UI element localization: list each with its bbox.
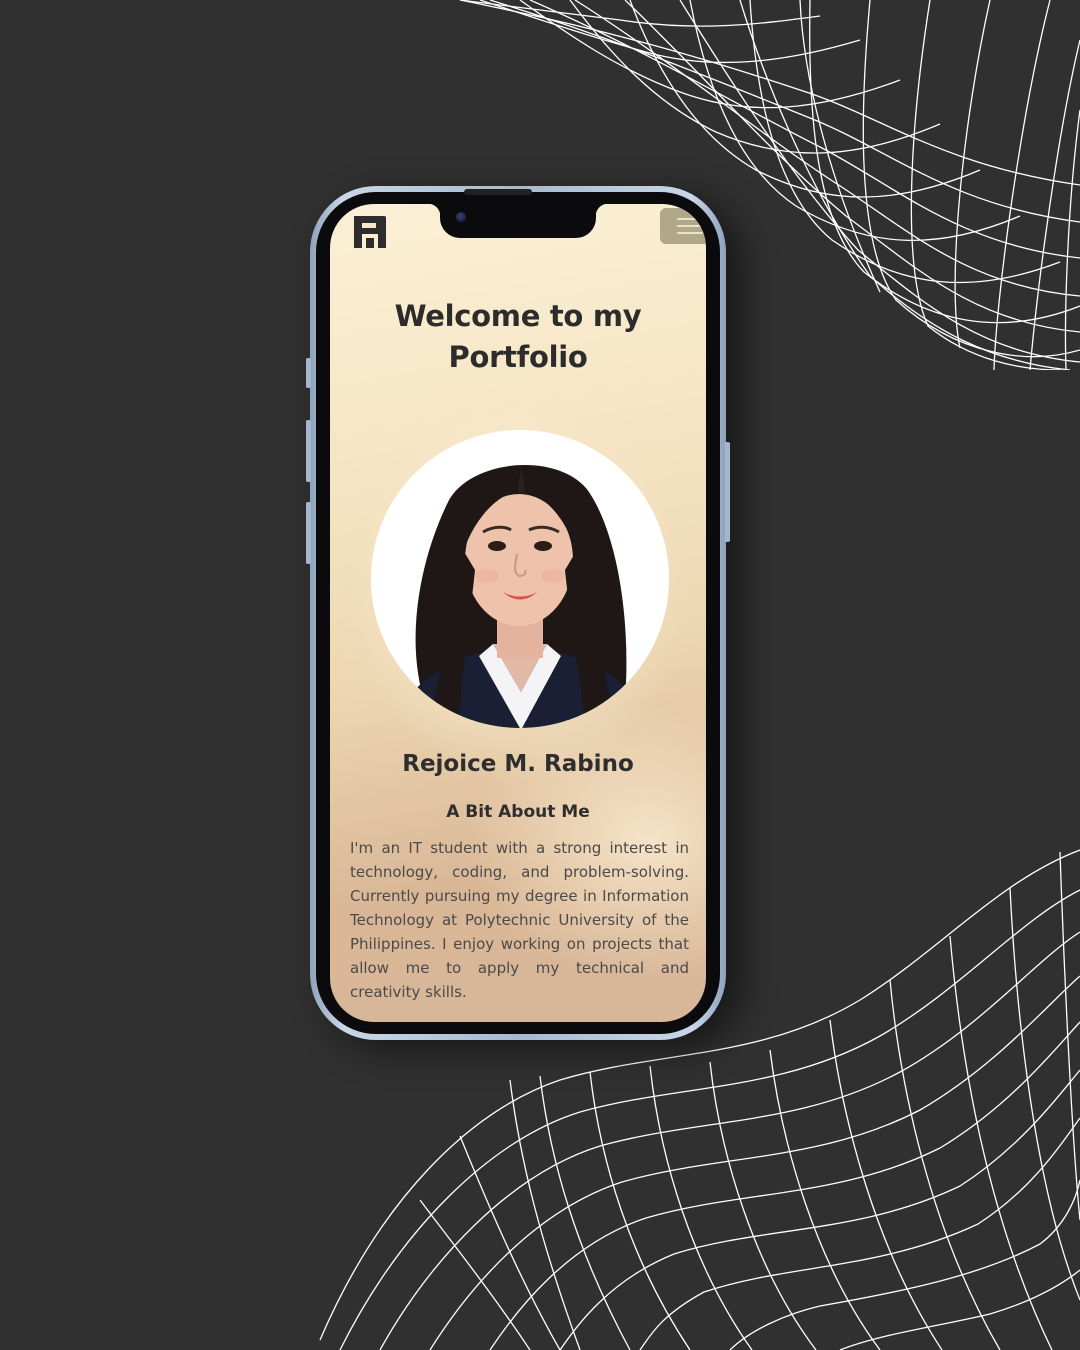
front-camera-icon (456, 212, 466, 222)
letter-r-logo-icon[interactable] (352, 212, 388, 250)
about-paragraph: I'm an IT student with a strong interest… (350, 839, 689, 1001)
phone-volume-down-button (306, 502, 311, 564)
phone-silent-switch (306, 358, 311, 388)
about-heading: A Bit About Me (446, 802, 590, 822)
menu-line (677, 232, 703, 234)
canvas: Welcome to my Portfolio Rejoice M. Rabin… (0, 0, 1080, 1350)
phone-speaker (464, 189, 532, 195)
phone-volume-up-button (306, 420, 311, 482)
profile-name: Rejoice M. Rabino (402, 751, 634, 777)
phone-screen: Welcome to my Portfolio Rejoice M. Rabin… (330, 204, 706, 1022)
phone-power-button (725, 442, 730, 542)
menu-line (677, 225, 703, 227)
phone-notch (428, 204, 608, 238)
phone-mockup: Welcome to my Portfolio Rejoice M. Rabin… (306, 186, 730, 1040)
page-title: Welcome to my Portfolio (394, 299, 642, 374)
menu-line (677, 218, 703, 220)
hamburger-menu-icon[interactable] (660, 208, 706, 244)
profile-photo (371, 430, 669, 728)
profile-photo-illustration (371, 430, 669, 728)
